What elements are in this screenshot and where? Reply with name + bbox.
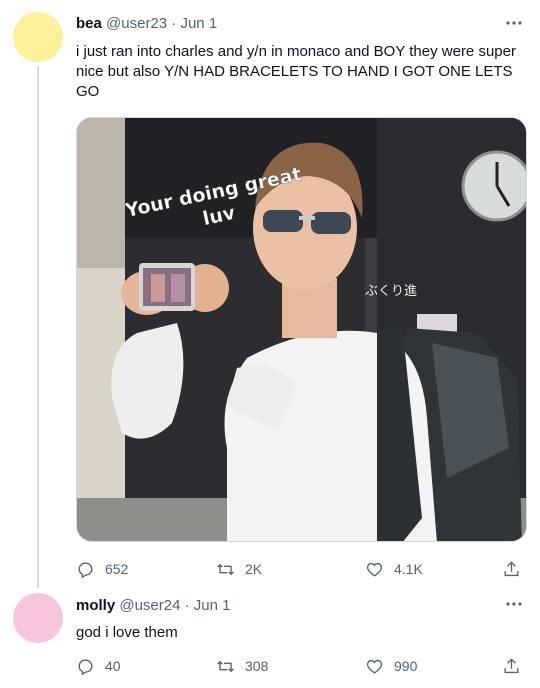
avatar[interactable]: [13, 593, 63, 643]
tweet-date[interactable]: Jun 1: [180, 15, 217, 32]
separator-dot: ·: [171, 15, 177, 32]
share-icon: [504, 561, 519, 576]
tweet-date[interactable]: Jun 1: [194, 597, 231, 614]
more-icon[interactable]: [504, 13, 524, 33]
reply-button[interactable]: 40: [76, 655, 121, 677]
action-bar: 40 308 990: [76, 655, 524, 677]
reply-icon: [78, 561, 93, 578]
like-button[interactable]: 4.1K: [365, 558, 423, 580]
tweet-header: bea @user23 · Jun 1: [76, 14, 217, 34]
tweet-header: molly @user24 · Jun 1: [76, 596, 231, 616]
like-count: 990: [394, 658, 418, 674]
like-count: 4.1K: [394, 561, 423, 577]
clock: [461, 150, 526, 222]
display-name[interactable]: bea: [76, 15, 102, 32]
tweet-1[interactable]: bea @user23 · Jun 1 i just ran into char…: [0, 0, 540, 588]
reply-button[interactable]: 652: [76, 558, 128, 580]
handle[interactable]: @user24: [119, 597, 180, 614]
handle[interactable]: @user23: [106, 15, 167, 32]
retweet-icon: [217, 660, 234, 672]
retweet-button[interactable]: 308: [216, 655, 268, 677]
action-bar: 652 2K 4.1K: [76, 558, 524, 580]
display-name[interactable]: molly: [76, 597, 115, 614]
thread-line: [37, 66, 39, 588]
tweet-text: i just ran into charles and y/n in monac…: [76, 43, 516, 100]
retweet-count: 308: [245, 658, 269, 674]
tweet-2[interactable]: molly @user24 · Jun 1 god i love them 40…: [0, 588, 540, 688]
avatar[interactable]: [13, 12, 63, 62]
share-button[interactable]: [502, 558, 531, 580]
sunglasses: [263, 210, 303, 232]
sign-text: ぶくり進: [365, 284, 417, 299]
share-icon: [504, 658, 519, 673]
like-icon: [366, 659, 383, 674]
tweet-photo[interactable]: ぶくり進 Your doing great luv: [76, 117, 527, 542]
photo-scene: ぶくり進 Your doing great luv: [77, 118, 526, 541]
reply-icon: [78, 658, 93, 675]
reply-count: 652: [105, 561, 129, 577]
more-icon[interactable]: [504, 594, 524, 614]
retweet-icon: [217, 563, 234, 575]
reply-count: 40: [105, 658, 121, 674]
separator-dot: ·: [184, 597, 190, 614]
tweet-text: god i love them: [76, 624, 178, 641]
like-button[interactable]: 990: [365, 655, 417, 677]
retweet-count: 2K: [245, 561, 263, 577]
retweet-button[interactable]: 2K: [216, 558, 262, 580]
like-icon: [366, 562, 383, 577]
share-button[interactable]: [502, 655, 531, 677]
